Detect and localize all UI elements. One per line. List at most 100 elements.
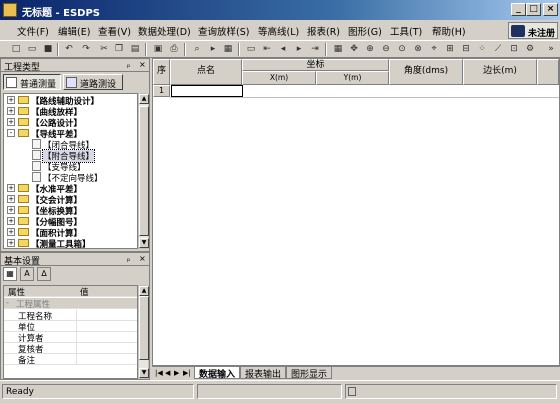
zoom-out-icon[interactable]: ⊖	[380, 43, 392, 55]
close-icon[interactable]: ×	[139, 254, 146, 263]
calculate-icon[interactable]: ▦	[222, 43, 234, 55]
menu-data-processing[interactable]: 数据处理(D)	[138, 24, 191, 38]
run-icon[interactable]: ▸	[207, 43, 219, 55]
menu-edit[interactable]: 编辑(E)	[58, 24, 90, 38]
tab-report-output[interactable]: 报表输出	[240, 367, 287, 380]
scroll-up-arrow[interactable]: ▲	[139, 94, 149, 104]
close-button[interactable]: ×	[543, 3, 558, 16]
menu-tools[interactable]: 工具(T)	[390, 24, 422, 38]
zoom-in-icon[interactable]: ⊕	[364, 43, 376, 55]
property-group[interactable]: - 工程属性	[4, 298, 137, 310]
scroll-down-arrow[interactable]: ▼	[139, 238, 149, 248]
settings-icon[interactable]: ⚙	[524, 43, 536, 55]
column-header-angle[interactable]: 角度(dms)	[389, 59, 463, 85]
tab-road-survey[interactable]: 道路测设	[63, 74, 123, 90]
close-icon[interactable]: ×	[139, 60, 146, 69]
menu-view[interactable]: 查看(V)	[98, 24, 131, 38]
cut-icon[interactable]: ✂	[98, 43, 110, 55]
paste-icon[interactable]: ▤	[129, 43, 141, 55]
tab-data-input[interactable]: 数据输入	[194, 367, 241, 380]
window-icon[interactable]: ▭	[245, 43, 257, 55]
scroll-up-arrow[interactable]: ▲	[139, 286, 149, 296]
next-sheet-icon[interactable]: ▶	[174, 369, 179, 377]
line-icon[interactable]: ⟋	[492, 43, 504, 55]
pan-icon[interactable]: ✥	[348, 43, 360, 55]
zoom-extent-icon[interactable]: ⊗	[412, 43, 424, 55]
property-row[interactable]: 备注	[4, 354, 137, 366]
find-icon[interactable]: ⌕	[191, 43, 203, 55]
menu-contour[interactable]: 等高线(L)	[258, 24, 299, 38]
tab-general-survey[interactable]: 普通测量	[3, 74, 61, 90]
copy-icon[interactable]: ❐	[113, 43, 125, 55]
tree-expander[interactable]: +	[7, 206, 15, 214]
property-row[interactable]: 复核者	[4, 343, 137, 355]
tree-expander[interactable]: -	[7, 129, 15, 137]
tree-expander[interactable]: +	[7, 96, 15, 104]
tab-graphic-display[interactable]: 图形显示	[286, 367, 333, 380]
sort-icon[interactable]: A	[20, 267, 34, 281]
tab-label: 道路测设	[80, 80, 117, 90]
tree-scrollbar[interactable]: ▲ ▼	[138, 93, 149, 249]
menu-file[interactable]: 文件(F)	[17, 24, 49, 38]
tree-expander[interactable]: +	[7, 239, 15, 247]
tree-expander[interactable]: +	[7, 195, 15, 203]
box-icon[interactable]: ⊡	[508, 43, 520, 55]
prev-sheet-icon[interactable]: ◀	[165, 369, 170, 377]
column-header-name[interactable]: 点名	[170, 59, 242, 85]
print-icon[interactable]: ⎙	[168, 43, 180, 55]
active-cell[interactable]	[171, 85, 243, 97]
property-divider	[76, 343, 77, 354]
last-record-icon[interactable]: ⇥	[309, 43, 321, 55]
project-tree: + 【路线辅助设计】 + 【曲线放样】 + 【公路设计】 - 【导线平差】 【闭合导线】 【附合导…	[3, 93, 138, 249]
select-icon[interactable]: ⌖	[428, 43, 440, 55]
status-pane	[197, 384, 342, 399]
new-file-icon[interactable]: □	[10, 43, 22, 55]
survey-icon	[6, 77, 17, 88]
tree-expander[interactable]: +	[7, 217, 15, 225]
menu-report[interactable]: 报表(R)	[307, 24, 340, 38]
property-row[interactable]: 工程名称	[4, 310, 137, 322]
first-sheet-icon[interactable]: |◀	[155, 369, 163, 377]
column-header-filler	[537, 59, 559, 85]
redo-icon[interactable]: ↷	[80, 43, 92, 55]
point-icon[interactable]: ⁘	[476, 43, 488, 55]
column-header-y[interactable]: Y(m)	[316, 71, 389, 85]
layer-icon[interactable]: ⊟	[460, 43, 472, 55]
pin-icon[interactable]: ₚ	[127, 60, 130, 69]
registration-status[interactable]: 未注册	[508, 22, 558, 39]
group-expander[interactable]: -	[6, 298, 9, 308]
menu-query-stakeout[interactable]: 查询放样(S)	[198, 24, 249, 38]
maximize-button[interactable]: □	[526, 3, 541, 16]
zoom-window-icon[interactable]: ⊙	[396, 43, 408, 55]
tree-expander[interactable]: +	[7, 228, 15, 236]
tree-expander[interactable]: +	[7, 107, 15, 115]
prev-record-icon[interactable]: ◂	[277, 43, 289, 55]
column-header-edge[interactable]: 边长(m)	[463, 59, 537, 85]
categorized-icon[interactable]: ▦	[3, 267, 17, 281]
property-row[interactable]: 单位	[4, 321, 137, 333]
scroll-thumb[interactable]	[139, 106, 149, 236]
column-header-x[interactable]: X(m)	[242, 71, 316, 85]
grid-icon[interactable]: ▦	[332, 43, 344, 55]
next-record-icon[interactable]: ▸	[293, 43, 305, 55]
menu-help[interactable]: 帮助(H)	[432, 24, 466, 38]
toolbar-overflow-icon[interactable]: »	[545, 43, 557, 55]
scroll-down-arrow[interactable]: ▼	[139, 368, 149, 378]
property-scrollbar[interactable]: ▲ ▼	[138, 285, 149, 379]
tree-expander[interactable]: +	[7, 118, 15, 126]
first-record-icon[interactable]: ⇤	[261, 43, 273, 55]
minimize-button[interactable]: _	[511, 3, 526, 16]
open-folder-icon[interactable]: ▭	[26, 43, 38, 55]
row-header[interactable]: 1	[153, 85, 170, 97]
save-icon[interactable]: ■	[42, 43, 54, 55]
pin-icon[interactable]: ₚ	[127, 254, 130, 263]
property-row[interactable]: 计算者	[4, 332, 137, 344]
print-preview-icon[interactable]: ▣	[152, 43, 164, 55]
last-sheet-icon[interactable]: ▶|	[183, 369, 191, 377]
measure-icon[interactable]: ⊞	[444, 43, 456, 55]
tree-expander[interactable]: +	[7, 184, 15, 192]
undo-icon[interactable]: ↶	[63, 43, 75, 55]
property-pages-icon[interactable]: ∆	[37, 267, 51, 281]
scroll-thumb[interactable]	[139, 296, 149, 360]
menu-graphics[interactable]: 图形(G)	[348, 24, 382, 38]
